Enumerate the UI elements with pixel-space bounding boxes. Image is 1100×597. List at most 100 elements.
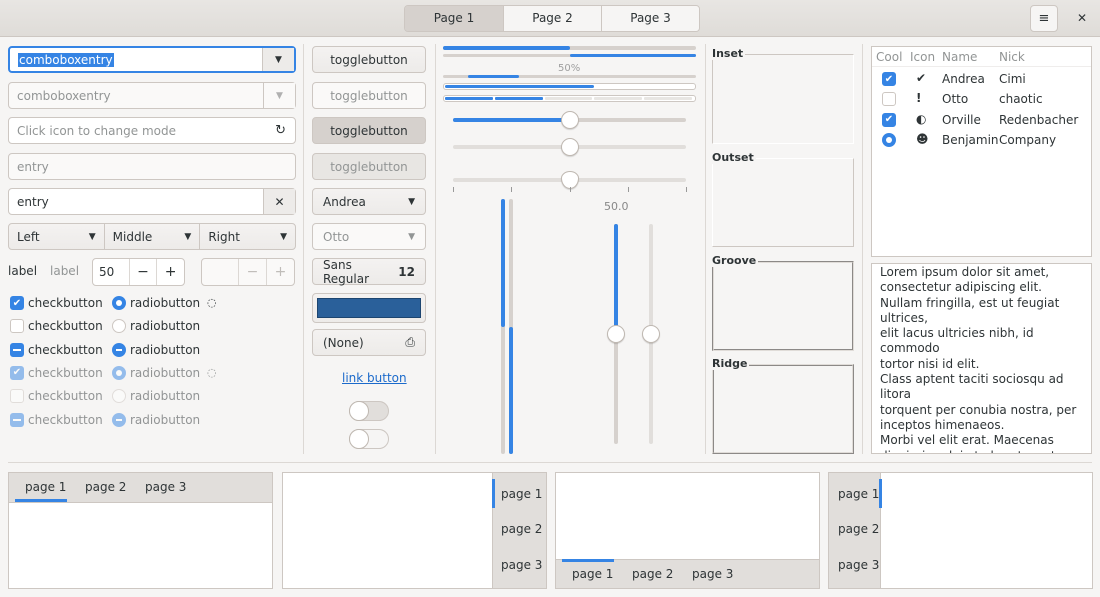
color-button[interactable] [312, 293, 426, 323]
font-button[interactable]: Sans Regular 12 [312, 258, 426, 286]
vertical-scale-knob[interactable] [607, 325, 625, 343]
combobox-dropdown-button[interactable]: ▼ [262, 48, 294, 71]
column-header-name[interactable]: Name [942, 50, 977, 64]
combobox-entry-text: comboboxentry [18, 52, 114, 67]
notebook-tab-3[interactable]: page 3 [145, 480, 186, 494]
checkbox-unchecked-icon[interactable] [882, 92, 896, 107]
text-line: Lorem ipsum dolor sit amet, [880, 265, 1050, 279]
entry-with-clear[interactable]: entry ✕ [8, 188, 296, 215]
progress-fill [443, 46, 570, 50]
level-segment [594, 97, 643, 100]
stack-page-3[interactable]: Page 3 [601, 6, 699, 31]
toggle-button-active[interactable]: togglebutton [312, 117, 426, 144]
level-segment [445, 97, 493, 100]
checkbox-mixed-icon [10, 342, 24, 357]
level-segment [494, 97, 543, 100]
menu-button[interactable]: ≡ [1030, 5, 1058, 32]
switch-off[interactable] [349, 401, 389, 421]
switch-off-disabled [349, 429, 389, 449]
scale-value: 50.0 [604, 200, 629, 213]
file-chooser-button[interactable]: (None) ⎙ [312, 329, 426, 356]
column-header-cool[interactable]: Cool [876, 50, 902, 64]
stack-page-1[interactable]: Page 1 [405, 6, 503, 31]
link-button[interactable]: link button [342, 371, 407, 385]
notebook-tab-1[interactable]: page 1 [25, 480, 66, 494]
switch-knob [349, 401, 369, 421]
column-header-nick[interactable]: Nick [999, 50, 1025, 64]
frame-label: Inset [712, 47, 746, 60]
progress-fill [569, 54, 696, 57]
notebook-tab-1[interactable]: page 1 [838, 487, 879, 501]
entry-disabled: entry [8, 153, 296, 180]
table-row[interactable]: ✔ ✔ Andrea Cimi [872, 69, 1091, 89]
radio-button: radiobutton [112, 389, 200, 404]
scale-slider-knob[interactable] [560, 111, 579, 129]
color-swatch [317, 298, 421, 318]
toggle-button[interactable]: togglebutton [312, 46, 426, 73]
check-label: checkbutton [28, 389, 103, 404]
notebook-tab-3[interactable]: page 3 [501, 558, 542, 572]
active-tab-indicator [15, 499, 67, 502]
combo-right[interactable]: Right ▼ [200, 224, 295, 249]
radio-unchecked-icon [112, 319, 126, 334]
radio-label: radiobutton [130, 319, 201, 334]
radio-button[interactable]: radiobutton [112, 319, 201, 334]
chevron-down-icon: ▼ [408, 231, 415, 242]
progress-pulse-block [468, 75, 519, 78]
combobox-entry-focused[interactable]: comboboxentry ▼ [8, 46, 296, 73]
combo-label: Andrea [323, 194, 366, 209]
vertical-scale-knob[interactable] [642, 325, 660, 343]
cell-nick: Company [999, 132, 1057, 147]
scale-tick [453, 187, 454, 192]
spin-button: 50 − + [92, 258, 185, 286]
notebook-right: page 1 page 2 page 3 [282, 472, 547, 589]
spin-plus-button[interactable]: + [156, 259, 184, 285]
combo-middle[interactable]: Middle ▼ [105, 224, 201, 249]
notebook-tab-2[interactable]: page 2 [501, 522, 542, 536]
toggle-button-active-disabled: togglebutton [312, 153, 426, 180]
refresh-icon[interactable]: ↻ [275, 123, 286, 138]
scale-slider-knob[interactable] [560, 138, 579, 156]
stack-page-2[interactable]: Page 2 [503, 6, 601, 31]
notebook-tab-3[interactable]: page 3 [838, 558, 879, 572]
text-line: tortor nisi id elit. [880, 356, 980, 371]
table-row[interactable]: ☻ Benjamin Company [872, 130, 1091, 150]
mode-entry[interactable]: Click icon to change mode ↻ [8, 117, 296, 144]
notebook-top: page 1 page 2 page 3 [8, 472, 273, 589]
radio-button[interactable]: radiobutton [112, 296, 200, 310]
check-button[interactable]: checkbutton [10, 319, 103, 334]
table-row[interactable]: ! Otto chaotic [872, 89, 1091, 109]
notebook-tab-2[interactable]: page 2 [85, 480, 126, 494]
spin-value[interactable]: 50 [93, 259, 129, 285]
vertical-progress-fill [509, 326, 513, 454]
active-tab-indicator [879, 479, 882, 508]
frame-groove [712, 261, 854, 351]
spinner-icon: ◌ [207, 296, 217, 309]
combo-otto-disabled: Otto ▼ [312, 223, 426, 250]
notebook-tab-1[interactable]: page 1 [501, 487, 542, 501]
combo-andrea[interactable]: Andrea ▼ [312, 188, 426, 215]
notebook-tab-2[interactable]: page 2 [838, 522, 879, 536]
notebook-tab-2[interactable]: page 2 [632, 567, 673, 581]
scale-tick [569, 187, 571, 192]
text-line: consectetur adipiscing elit. [880, 280, 1042, 295]
radio-checked-icon[interactable] [882, 132, 896, 147]
combo-left[interactable]: Left ▼ [9, 224, 105, 249]
checkbox-checked-icon[interactable]: ✔ [882, 112, 896, 127]
checkbox-checked-icon[interactable]: ✔ [882, 72, 896, 86]
notebook-tab-1[interactable]: page 1 [572, 567, 613, 581]
chevron-down-icon: ▼ [280, 231, 288, 242]
frame-label: Ridge [712, 357, 750, 370]
column-header-icon[interactable]: Icon [910, 50, 935, 64]
radio-button[interactable]: radiobutton [112, 342, 201, 357]
check-button[interactable]: checkbutton [10, 342, 103, 357]
radio-label: radiobutton [130, 342, 201, 357]
text-view[interactable]: Lorem ipsum dolor sit amet, consectetur a… [871, 263, 1092, 454]
table-row[interactable]: ✔ ◐ Orville Redenbacher [872, 110, 1091, 130]
check-button[interactable]: ✔ checkbutton [10, 296, 103, 310]
notebook-tab-3[interactable]: page 3 [692, 567, 733, 581]
notebook-left: page 1 page 2 page 3 [828, 472, 1093, 589]
clear-button[interactable]: ✕ [263, 189, 295, 214]
spin-minus-button[interactable]: − [128, 259, 157, 285]
close-button[interactable]: ✕ [1070, 5, 1094, 32]
